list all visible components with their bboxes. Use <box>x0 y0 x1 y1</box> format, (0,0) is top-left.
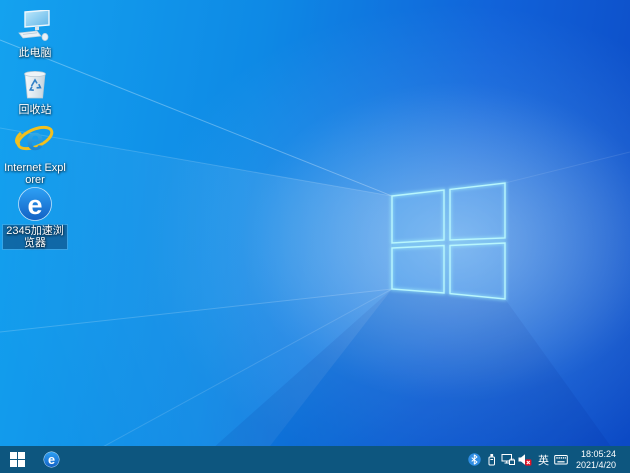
clock-time: 18:05:24 <box>580 449 616 459</box>
desktop-wallpaper <box>0 0 630 473</box>
language-indicator[interactable]: 英 <box>534 446 553 473</box>
svg-text:e: e <box>47 452 54 467</box>
start-button[interactable] <box>0 446 34 473</box>
network-icon[interactable] <box>500 446 517 473</box>
clock-date: 2021/4/20 <box>575 459 616 470</box>
recycle-bin-icon <box>2 63 68 101</box>
desktop-icon-label: 回收站 <box>18 104 52 116</box>
e-browser-icon: e <box>42 451 60 468</box>
taskbar: e 英 18:05:24 2021/4/20 <box>0 446 630 473</box>
svg-text:e: e <box>26 121 44 157</box>
desktop-icon-this-pc[interactable]: 此电脑 <box>2 6 68 59</box>
system-tray: 英 18:05:24 2021/4/20 <box>466 446 630 473</box>
taskbar-pinned-browser-2345[interactable]: e <box>34 446 68 473</box>
internet-explorer-icon: e <box>2 121 68 159</box>
windows-logo-wallpaper-art <box>0 39 630 473</box>
svg-text:e: e <box>27 190 42 220</box>
e-browser-icon: e <box>2 184 68 222</box>
desktop-icon-label: 此电脑 <box>18 47 52 59</box>
desktop-icon-internet-explorer[interactable]: e Internet Explorer <box>2 121 68 186</box>
desktop-icon-browser-2345[interactable]: e 2345加速浏览器 <box>2 184 68 249</box>
desktop-icon-recycle-bin[interactable]: 回收站 <box>2 63 68 116</box>
windows-logo-icon <box>9 452 25 467</box>
taskbar-clock[interactable]: 18:05:24 2021/4/20 <box>570 449 624 470</box>
this-pc-icon <box>2 6 68 44</box>
usb-device-icon[interactable] <box>483 446 500 473</box>
desktop-icon-label: 2345加速浏览器 <box>3 225 67 249</box>
bluetooth-icon[interactable] <box>466 446 483 473</box>
volume-muted-icon[interactable] <box>517 446 534 473</box>
touch-keyboard-icon[interactable] <box>553 446 570 473</box>
desktop-icon-label: Internet Explorer <box>4 162 66 186</box>
